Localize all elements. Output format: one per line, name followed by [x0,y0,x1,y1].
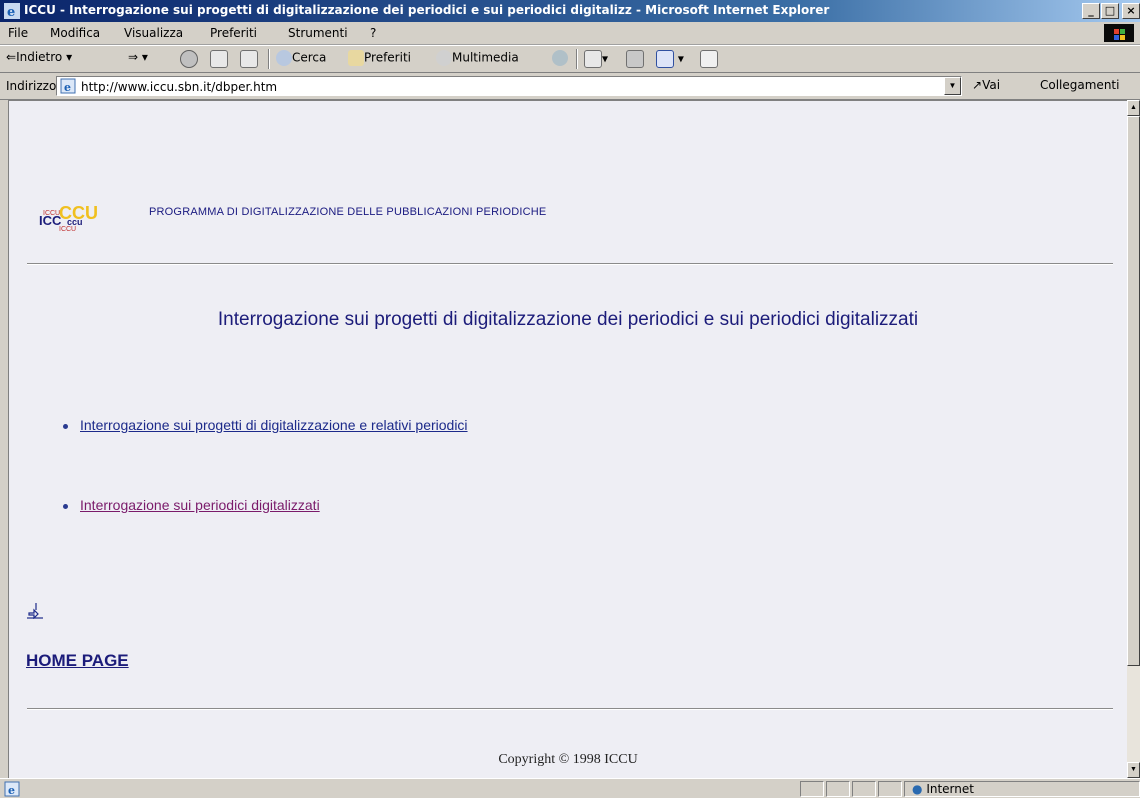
menu-help[interactable]: ? [370,26,376,40]
page-heading: Interrogazione sui progetti di digitaliz… [217,309,919,330]
menu-preferiti[interactable]: Preferiti [210,26,257,40]
svg-text:e: e [8,784,15,797]
scroll-thumb[interactable] [1127,116,1140,666]
window-title: ICCU - Interrogazione sui progetti di di… [24,3,830,17]
iccu-logo: ICCU CCU ICC ccu ICCU [39,203,98,233]
search-button[interactable]: Cerca [276,50,326,66]
status-bar: e ● Internet [0,778,1140,798]
list-item: Interrogazione sui periodici digitalizza… [63,497,320,513]
status-cell [800,781,824,797]
windows-logo-icon [1104,24,1134,42]
divider [27,263,1113,265]
chevron-up-icon: ▲ [1130,104,1137,111]
bullet-icon [63,423,68,429]
status-cell [878,781,902,797]
back-arrow-icon: ⇐ [6,50,17,64]
history-icon [552,50,568,66]
address-label: Indirizzo [6,79,57,93]
discuss-icon [700,50,718,68]
search-icon [276,50,292,66]
address-input[interactable]: e http://www.iccu.sbn.it/dbper.htm ▼ [56,76,962,96]
back-button[interactable]: ⇐Indietro ▾ [6,50,72,64]
close-button[interactable]: × [1122,3,1140,19]
home-icon [240,50,258,68]
word-icon [656,50,674,68]
favorites-button[interactable]: Preferiti [348,50,411,66]
svg-text:e: e [7,5,15,19]
refresh-icon [210,50,228,68]
status-cell [852,781,876,797]
page-content: ICCU CCU ICC ccu ICCU PROGRAMMA DI DIGIT… [8,100,1127,779]
status-zone: ● Internet [912,782,974,796]
toolbar-separator [268,49,270,69]
chevron-down-icon: ▾ [141,50,148,64]
print-icon [626,50,644,68]
chevron-down-icon: ▼ [1130,766,1137,773]
toolbar-separator [576,49,578,69]
menu-modifica[interactable]: Modifica [50,26,100,40]
refresh-button[interactable] [210,50,228,68]
favorites-icon [348,50,364,66]
forward-arrow-icon: ⇒ [128,50,139,64]
vertical-scrollbar[interactable]: ▲ ▼ [1127,100,1140,778]
scroll-up-button[interactable]: ▲ [1127,100,1140,116]
discuss-button[interactable] [700,50,718,68]
title-bar[interactable]: e ICCU - Interrogazione sui progetti di … [0,0,1140,22]
copyright-text: Copyright © 1998 ICCU [498,752,638,767]
chevron-down-icon: ▾ [602,51,609,66]
program-title: PROGRAMMA DI DIGITALIZZAZIONE DELLE PUBB… [149,206,547,218]
maximize-button[interactable]: □ [1101,3,1119,19]
address-url: http://www.iccu.sbn.it/dbper.htm [81,80,278,94]
status-cell [826,781,850,797]
history-button[interactable] [552,50,568,66]
divider [27,708,1113,710]
menu-visualizza[interactable]: Visualizza [124,26,183,40]
home-button[interactable] [240,50,258,68]
menu-strumenti[interactable]: Strumenti [288,26,348,40]
globe-icon: ● [912,782,923,796]
mail-button[interactable]: ▾ [584,50,608,68]
address-dropdown-button[interactable]: ▼ [944,77,961,95]
page-icon: e [60,78,76,94]
chevron-down-icon: ▼ [948,81,957,90]
media-icon [436,50,452,66]
home-page-link[interactable]: HOME PAGE [26,651,129,671]
chevron-down-icon: ▾ [677,51,684,66]
internet-explorer-icon: e [4,3,20,19]
minimize-button[interactable]: _ [1082,3,1100,19]
media-button[interactable]: Multimedia [436,50,519,66]
stop-icon [180,50,198,68]
menu-file[interactable]: File [8,26,28,40]
bullet-icon [63,503,68,509]
scroll-down-button[interactable]: ▼ [1127,762,1140,778]
toolbar: ⇐Indietro ▾ ⇒ ▾ Cerca Preferiti Multimed… [0,45,1140,73]
address-bar: Indirizzo e http://www.iccu.sbn.it/dbper… [0,73,1140,100]
mail-icon [584,50,602,68]
forward-button[interactable]: ⇒ ▾ [128,50,148,64]
edit-button[interactable]: ▾ [656,50,684,68]
go-arrow-icon: ↗ [972,78,983,92]
go-button[interactable]: ↗Vai [972,78,1000,92]
print-button[interactable] [626,50,644,68]
stop-button[interactable] [180,50,198,68]
links-button[interactable]: Collegamenti [1040,78,1119,92]
svg-text:ICCU: ICCU [59,226,76,233]
list-item: Interrogazione sui progetti di digitaliz… [63,417,468,433]
link-progetti[interactable]: Interrogazione sui progetti di digitaliz… [80,417,468,433]
back-arrow-icon[interactable] [26,601,44,619]
chevron-down-icon: ▾ [66,50,73,64]
page-icon: e [4,781,20,797]
svg-text:e: e [64,81,71,94]
browser-window: e ICCU - Interrogazione sui progetti di … [0,0,1140,798]
link-periodici[interactable]: Interrogazione sui periodici digitalizza… [80,497,320,513]
menu-bar: File Modifica Visualizza Preferiti Strum… [0,22,1140,45]
